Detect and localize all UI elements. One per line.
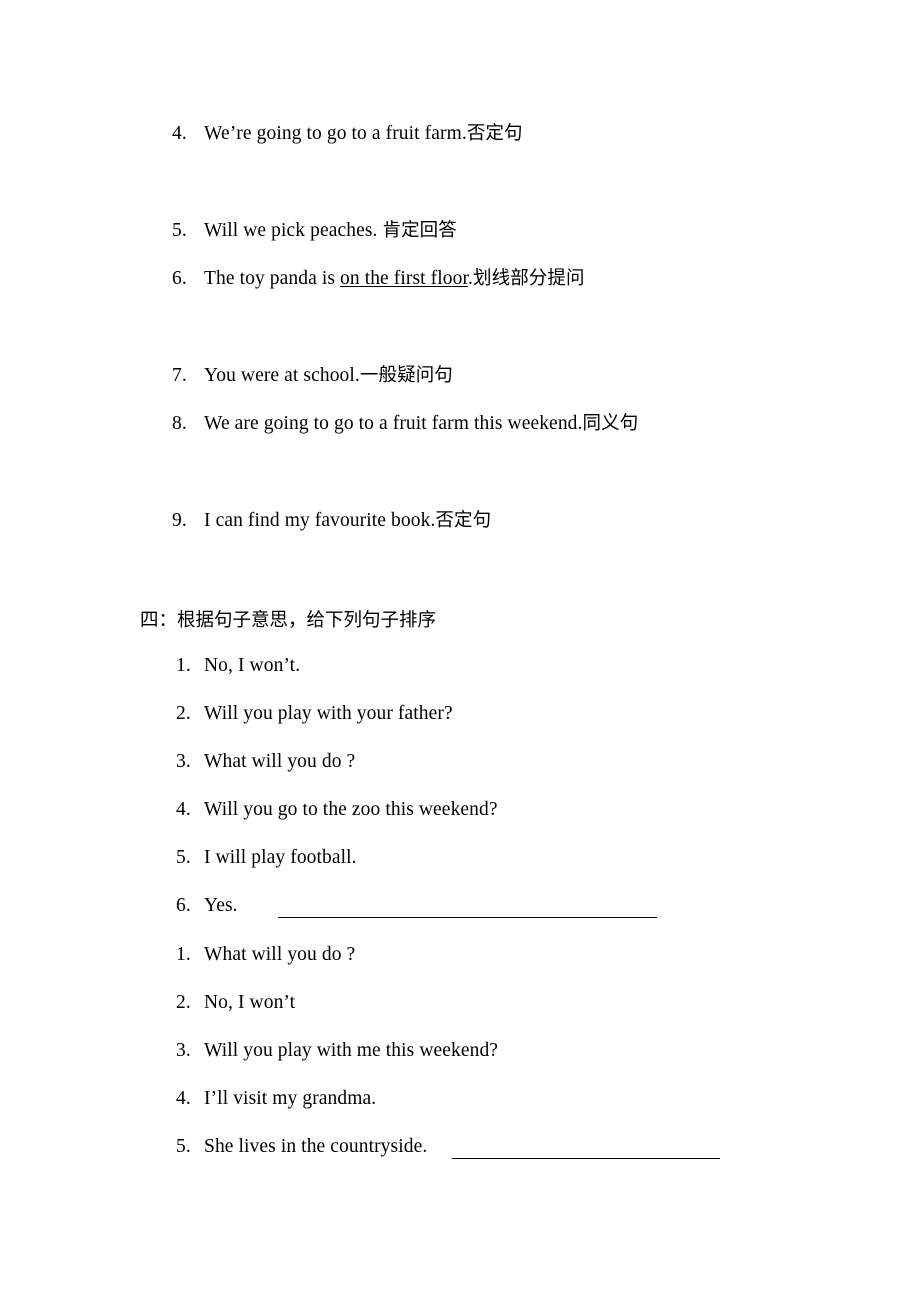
item-chinese: 划线部分提问 (473, 268, 585, 289)
item-number: 4. (176, 1088, 191, 1109)
item-text: We are going to go to a fruit farm this … (204, 412, 638, 436)
item-text: Yes. (204, 895, 238, 916)
item-text: I will play football. (204, 847, 357, 868)
item-chinese: 否定句 (466, 123, 523, 144)
item-text: Will we pick peaches. 肯定回答 (204, 219, 457, 243)
item-number: 3. (176, 1040, 191, 1061)
item-text: Will you go to the zoo this weekend? (204, 799, 498, 820)
item-text: No, I won’t (204, 992, 296, 1013)
item-number: 1. (176, 655, 191, 676)
item-number: 5. (176, 847, 191, 868)
item-number: 1. (176, 944, 191, 965)
item-english: We’re going to go to a fruit farm. (204, 123, 467, 144)
item-text: No, I won’t. (204, 655, 301, 676)
underlined-phrase: on the first floor (340, 268, 469, 289)
answer-blank-line[interactable] (278, 917, 657, 918)
item-text: The toy panda is on the first floor.划线部分… (204, 267, 585, 291)
item-text: Will you play with me this weekend? (204, 1040, 499, 1061)
item-english: We are going to go to a fruit farm this … (204, 413, 583, 434)
item-chinese: 同义句 (582, 413, 639, 434)
item-english: I can find my favourite book. (204, 510, 436, 531)
item-text: Will you play with your father? (204, 703, 453, 724)
item-text: She lives in the countryside. (204, 1136, 428, 1157)
item-text: We’re going to go to a fruit farm.否定句 (204, 122, 523, 146)
item-english-before: The toy panda is (204, 268, 341, 289)
item-number: 4. (172, 123, 187, 144)
answer-blank-line[interactable] (452, 1158, 720, 1159)
document-page: 4. We’re going to go to a fruit farm.否定句… (0, 0, 920, 1302)
item-english: Will we pick peaches. (204, 220, 383, 241)
item-chinese: 一般疑问句 (359, 365, 453, 386)
item-text: What will you do ? (204, 751, 356, 772)
item-number: 5. (176, 1136, 191, 1157)
item-number: 2. (176, 703, 191, 724)
item-text: You were at school.一般疑问句 (204, 364, 453, 388)
item-number: 6. (176, 895, 191, 916)
item-number: 7. (172, 365, 187, 386)
item-number: 9. (172, 510, 187, 531)
item-chinese: 否定句 (435, 510, 492, 531)
section-heading-four: 四：根据句子意思，给下列句子排序 (140, 610, 437, 631)
item-english: You were at school. (204, 365, 360, 386)
item-number: 3. (176, 751, 191, 772)
item-text: I can find my favourite book.否定句 (204, 509, 491, 533)
item-number: 4. (176, 799, 191, 820)
item-number: 8. (172, 413, 187, 434)
item-chinese: 肯定回答 (382, 220, 457, 241)
item-number: 2. (176, 992, 191, 1013)
item-number: 5. (172, 220, 187, 241)
item-number: 6. (172, 268, 187, 289)
item-text: I’ll visit my grandma. (204, 1088, 377, 1109)
item-text: What will you do ? (204, 944, 356, 965)
